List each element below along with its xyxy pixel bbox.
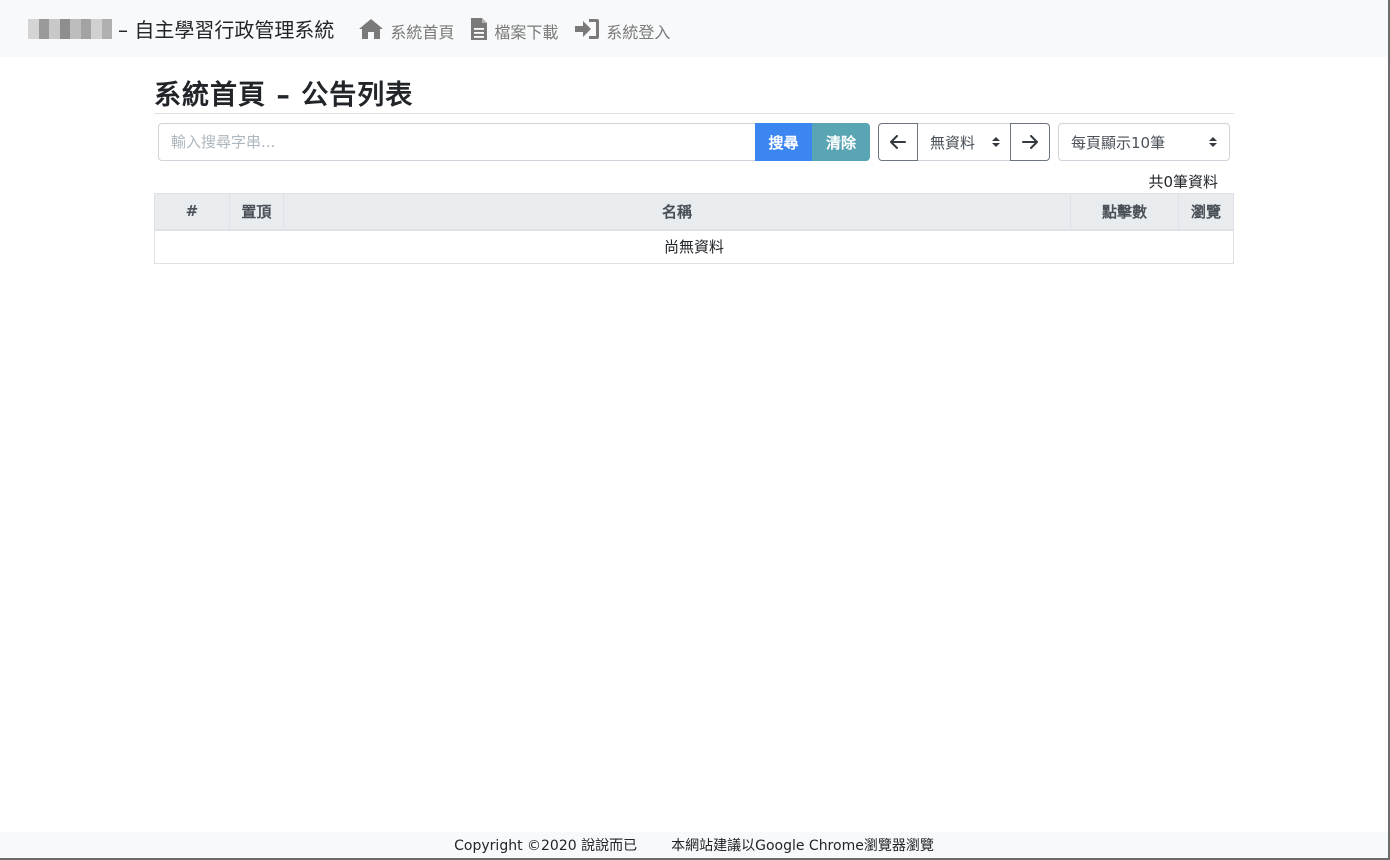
per-page-value: 每頁顯示10筆	[1071, 133, 1166, 152]
search-button[interactable]: 搜尋	[755, 123, 812, 161]
app-window: – 自主學習行政管理系統 系統首頁 檔案下載 系統登入 系統首頁 – 公告列表 …	[0, 0, 1390, 860]
select-caret-icon	[992, 137, 1000, 147]
clear-button[interactable]: 清除	[812, 123, 870, 161]
arrow-left-icon	[890, 135, 906, 149]
nav-item-label: 系統登入	[606, 22, 671, 42]
pixelated-logo	[28, 18, 112, 39]
main-content: 系統首頁 – 公告列表 搜尋 清除 無資料	[154, 57, 1234, 264]
browser-notice: 本網站建議以Google Chrome瀏覽器瀏覽	[671, 838, 934, 854]
total-count: 共0筆資料	[1148, 173, 1218, 191]
page-select[interactable]: 無資料	[918, 123, 1010, 161]
nav-item-label: 系統首頁	[390, 22, 455, 42]
home-icon	[359, 18, 384, 39]
nav-item-downloads[interactable]: 檔案下載	[470, 17, 559, 42]
column-header-index: #	[154, 193, 230, 231]
table-row: 尚無資料	[154, 229, 1234, 264]
toolbar: 搜尋 清除 無資料 每頁顯示10筆	[154, 123, 1234, 171]
nav-item-home[interactable]: 系統首頁	[358, 17, 455, 42]
footer: Copyright ©2020 說說而已 本網站建議以Google Chrome…	[0, 832, 1388, 858]
per-page-select[interactable]: 每頁顯示10筆	[1058, 123, 1230, 161]
navbar: – 自主學習行政管理系統 系統首頁 檔案下載 系統登入	[0, 0, 1388, 57]
table-header-row: # 置頂 名稱 點擊數 瀏覽	[154, 193, 1234, 231]
brand-title: – 自主學習行政管理系統	[118, 18, 335, 42]
column-header-view: 瀏覽	[1178, 193, 1234, 231]
announcement-table: # 置頂 名稱 點擊數 瀏覽 尚無資料	[154, 193, 1234, 264]
copyright-text: Copyright ©2020 說說而已	[454, 838, 638, 854]
column-header-name: 名稱	[282, 193, 1072, 231]
pagination: 無資料	[878, 123, 1050, 161]
page-select-value: 無資料	[930, 133, 976, 152]
search-input[interactable]	[158, 123, 756, 161]
file-icon	[471, 17, 488, 40]
column-header-pinned: 置頂	[228, 193, 284, 231]
select-caret-icon	[1209, 137, 1217, 147]
arrow-right-icon	[1022, 135, 1038, 149]
prev-page-button[interactable]	[878, 123, 918, 161]
nav-item-login[interactable]: 系統登入	[574, 17, 671, 42]
empty-message: 尚無資料	[154, 229, 1234, 264]
brand-link[interactable]: – 自主學習行政管理系統	[28, 14, 334, 43]
column-header-clicks: 點擊數	[1070, 193, 1180, 231]
next-page-button[interactable]	[1010, 123, 1050, 161]
page-title: 系統首頁 – 公告列表	[154, 57, 1234, 114]
sign-in-icon	[575, 18, 600, 39]
nav-item-label: 檔案下載	[494, 22, 559, 42]
